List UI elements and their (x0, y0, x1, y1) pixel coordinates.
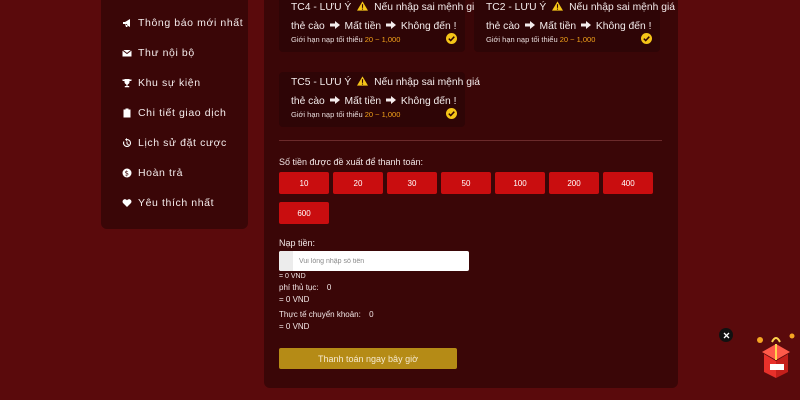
refund-icon: $ (121, 168, 132, 179)
sidebar-item-label: Chi tiết giao dịch (138, 107, 227, 119)
fee-value: 0 (326, 283, 332, 292)
selected-check-icon (641, 33, 652, 44)
arrow-right-icon (581, 21, 592, 29)
deposit-converted: = 0 VND (279, 273, 306, 280)
sidebar-item-label: Thư nội bộ (138, 47, 195, 59)
gift-box-icon[interactable] (752, 330, 800, 380)
sidebar-item-announcements[interactable]: Thông báo mới nhất (101, 8, 248, 38)
clipboard-icon (121, 108, 132, 119)
limit-range: 20 ~ 1,000 (559, 35, 596, 44)
sidebar: Thông báo mới nhất Thư nội bộ Khu sự kiệ… (101, 0, 248, 229)
pay-now-button[interactable]: Thanh toán ngay bây giờ (279, 348, 457, 369)
channel-name: TC4 (291, 2, 311, 13)
actual-transfer-converted: = 0 VND (279, 322, 310, 331)
sidebar-item-label: Yêu thích nhất (138, 197, 215, 209)
channel-name: TC2 (486, 2, 506, 13)
channel-name: TC5 (291, 77, 311, 88)
selected-check-icon (446, 33, 457, 44)
input-prefix (279, 251, 293, 271)
trophy-icon (121, 78, 132, 89)
sidebar-item-events[interactable]: Khu sự kiện (101, 68, 248, 98)
sidebar-item-label: Lịch sử đặt cược (138, 137, 227, 149)
fee-converted: = 0 VND (279, 295, 310, 304)
megaphone-icon (121, 18, 132, 29)
limit-range: 20 ~ 1,000 (364, 35, 401, 44)
divider (279, 140, 662, 141)
sidebar-item-label: Thông báo mới nhất (138, 17, 244, 29)
deposit-amount-field (279, 251, 469, 271)
suggested-amounts-label: Số tiền được đề xuất để thanh toán: (279, 157, 424, 167)
warning-icon (357, 76, 369, 86)
history-icon (121, 138, 132, 149)
sidebar-item-transactions[interactable]: Chi tiết giao dịch (101, 98, 248, 128)
amount-button-20[interactable]: 20 (333, 172, 383, 194)
actual-transfer-row: Thực tế chuyển khoản: 0 (279, 310, 374, 319)
limit-range: 20 ~ 1,000 (364, 110, 401, 119)
fee-label: phí thủ tục: (279, 283, 319, 292)
sidebar-item-label: Hoàn trả (138, 167, 184, 179)
deposit-panel: TC4 - LƯU Ý Nếu nhập sai mệnh giá thẻ cà… (264, 0, 678, 388)
heart-icon (121, 198, 132, 209)
sidebar-item-inbox[interactable]: Thư nội bộ (101, 38, 248, 68)
sidebar-item-bet-history[interactable]: Lịch sử đặt cược (101, 128, 248, 158)
amount-button-50[interactable]: 50 (441, 172, 491, 194)
amount-button-200[interactable]: 200 (549, 172, 599, 194)
channel-card-tc5[interactable]: TC5 - LƯU Ý Nếu nhập sai mệnh giá thẻ cà… (279, 72, 480, 127)
amount-button-600[interactable]: 600 (279, 202, 329, 224)
svg-text:$: $ (124, 170, 129, 178)
sidebar-item-label: Khu sự kiện (138, 77, 201, 89)
arrow-right-icon (386, 96, 397, 104)
sidebar-item-favorites[interactable]: Yêu thích nhất (101, 188, 248, 218)
deposit-label: Nạp tiền: (279, 238, 316, 248)
actual-transfer-value: 0 (369, 310, 374, 319)
channel-card-tc4[interactable]: TC4 - LƯU Ý Nếu nhập sai mệnh giá thẻ cà… (279, 0, 480, 52)
selected-check-icon (446, 108, 457, 119)
amount-button-400[interactable]: 400 (603, 172, 653, 194)
close-icon[interactable] (719, 328, 733, 342)
deposit-amount-input[interactable] (293, 257, 463, 265)
amount-button-10[interactable]: 10 (279, 172, 329, 194)
sidebar-item-refund[interactable]: $ Hoàn trả (101, 158, 248, 188)
actual-transfer-label: Thực tế chuyển khoản: (279, 310, 361, 319)
amount-button-30[interactable]: 30 (387, 172, 437, 194)
channel-card-tc2[interactable]: TC2 - LƯU Ý Nếu nhập sai mệnh giá thẻ cà… (474, 0, 675, 52)
arrow-right-icon (386, 21, 397, 29)
warning-icon (552, 1, 564, 11)
arrow-right-icon (329, 21, 340, 29)
arrow-right-icon (524, 21, 535, 29)
warning-icon (357, 1, 369, 11)
amount-button-100[interactable]: 100 (495, 172, 545, 194)
fee-row: phí thủ tục: 0 (279, 283, 331, 292)
arrow-right-icon (329, 96, 340, 104)
envelope-icon (121, 48, 132, 59)
